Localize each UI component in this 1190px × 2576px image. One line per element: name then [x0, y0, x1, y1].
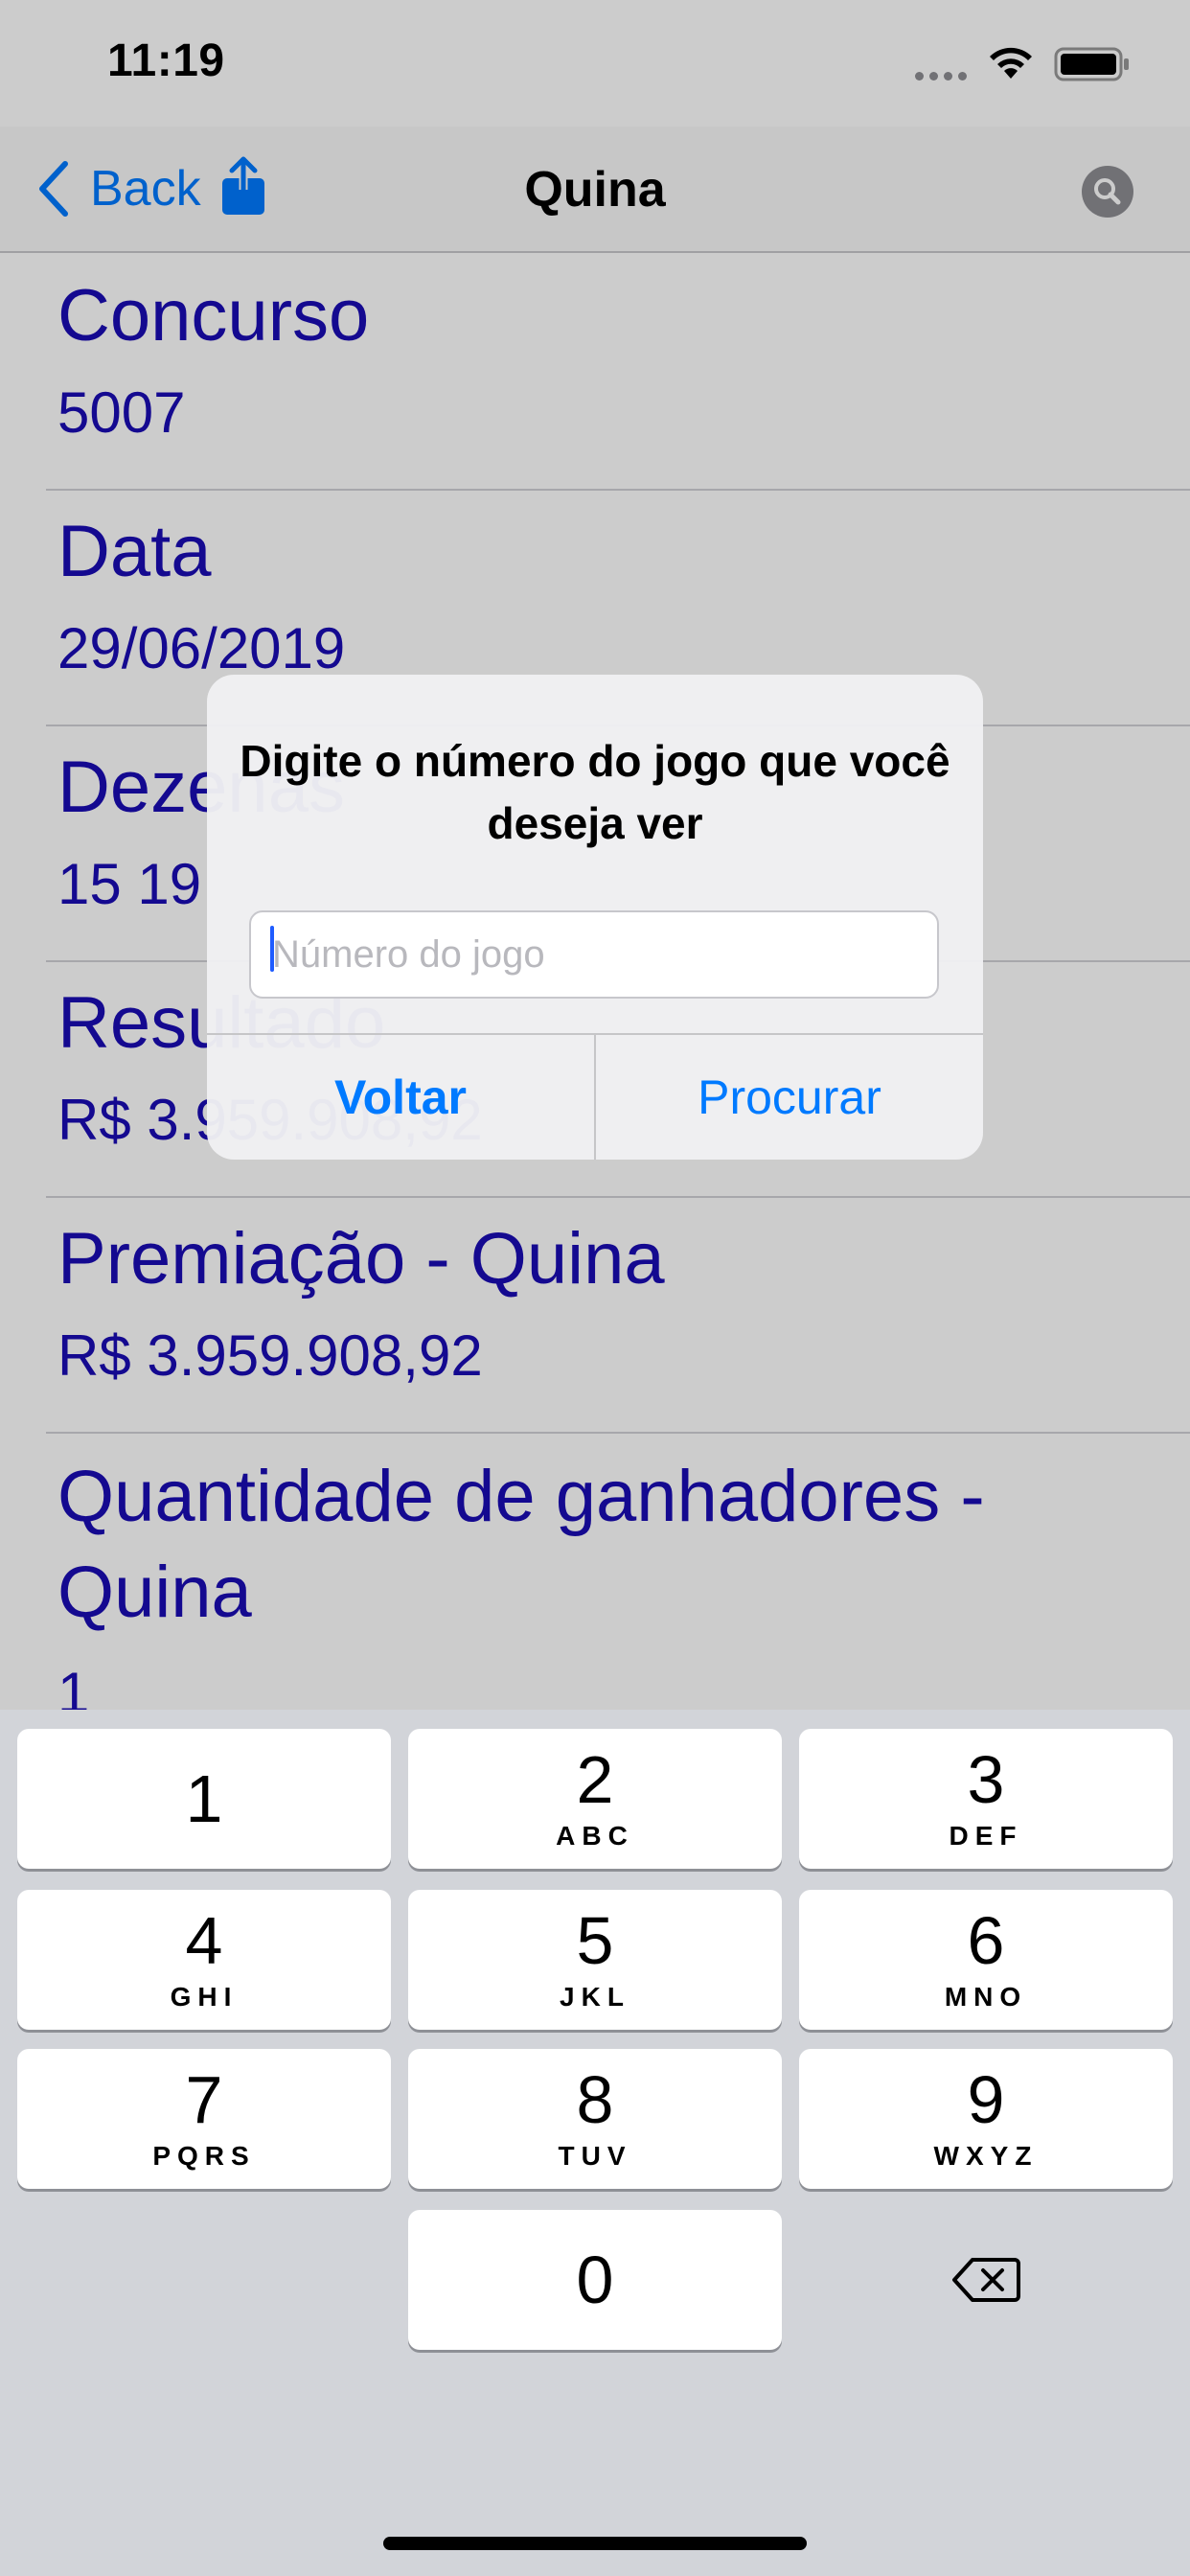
key-digit: 0: [576, 2242, 614, 2317]
key-0[interactable]: 0: [408, 2210, 782, 2350]
key-1[interactable]: 1: [17, 1729, 391, 1869]
search-alert-dialog: Digite o número do jogo que você deseja …: [207, 675, 983, 1160]
key-digit: 5: [576, 1903, 614, 1978]
key-digit: 3: [967, 1742, 1005, 1817]
key-digit: 4: [185, 1903, 223, 1978]
delete-key[interactable]: [799, 2210, 1173, 2350]
key-letters: ABC: [556, 1821, 634, 1851]
key-4[interactable]: 4 GHI: [17, 1890, 391, 2030]
home-indicator: [383, 2537, 807, 2550]
key-8[interactable]: 8 TUV: [408, 2049, 782, 2189]
key-6[interactable]: 6 MNO: [799, 1890, 1173, 2030]
key-digit: 2: [576, 1742, 614, 1817]
key-letters: GHI: [170, 1982, 239, 2012]
key-letters: PQRS: [152, 2141, 256, 2171]
key-letters: TUV: [558, 2141, 632, 2171]
procurar-button[interactable]: Procurar: [596, 1035, 983, 1160]
numeric-keypad: 1 2 ABC 3 DEF 4 GHI 5 JKL 6 MNO 7 PQRS 8…: [0, 1710, 1190, 2576]
key-digit: 9: [967, 2062, 1005, 2137]
key-letters: WXYZ: [933, 2141, 1039, 2171]
key-letters: JKL: [560, 1982, 630, 2012]
key-digit: 7: [185, 2062, 223, 2137]
key-digit: 1: [185, 1761, 223, 1836]
key-7[interactable]: 7 PQRS: [17, 2049, 391, 2189]
game-number-input[interactable]: [249, 910, 939, 999]
key-9[interactable]: 9 WXYZ: [799, 2049, 1173, 2189]
text-cursor: [270, 926, 274, 972]
voltar-button[interactable]: Voltar: [207, 1035, 594, 1160]
key-letters: MNO: [944, 1982, 1028, 2012]
alert-title: Digite o número do jogo que você deseja …: [240, 736, 950, 849]
key-2[interactable]: 2 ABC: [408, 1729, 782, 1869]
backspace-icon: [952, 2258, 1020, 2302]
key-letters: DEF: [949, 1821, 1023, 1851]
key-digit: 8: [576, 2062, 614, 2137]
key-5[interactable]: 5 JKL: [408, 1890, 782, 2030]
key-digit: 6: [967, 1903, 1005, 1978]
key-3[interactable]: 3 DEF: [799, 1729, 1173, 1869]
